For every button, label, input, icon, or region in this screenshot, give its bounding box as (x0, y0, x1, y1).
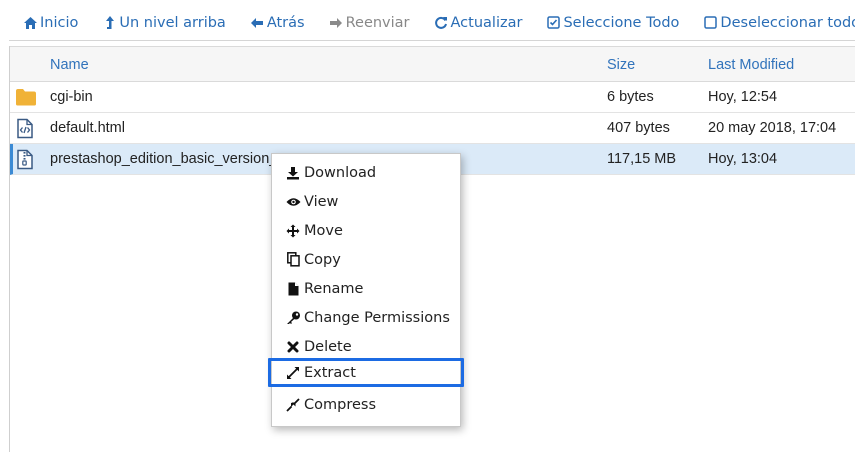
folder-icon (15, 87, 37, 111)
home-label: Inicio (40, 14, 79, 31)
menu-item-move[interactable]: Move (272, 216, 460, 245)
menu-item-copy[interactable]: Copy (272, 245, 460, 274)
level-up-icon (102, 15, 117, 30)
menu-item-label: Extract (304, 364, 356, 381)
menu-item-extract[interactable]: Extract (268, 358, 464, 387)
up-level-label: Un nivel arriba (119, 14, 226, 31)
arrow-right-icon (329, 15, 344, 30)
file-name[interactable]: default.html (50, 120, 125, 136)
file-size: 407 bytes (607, 120, 670, 136)
menu-item-rename[interactable]: Rename (272, 274, 460, 303)
back-button[interactable]: Atrás (250, 15, 305, 31)
file-icon (285, 281, 301, 297)
forward-button[interactable]: Reenviar (329, 15, 410, 31)
menu-item-label: Copy (304, 251, 341, 268)
name-column-header[interactable]: Name (50, 57, 89, 73)
move-arrows-icon (285, 223, 301, 239)
menu-item-label: View (304, 193, 339, 210)
checkbox-empty-icon (703, 15, 718, 30)
refresh-icon (434, 15, 449, 30)
back-label: Atrás (266, 14, 305, 31)
reload-label: Actualizar (450, 14, 523, 31)
file-modified: Hoy, 12:54 (708, 89, 778, 105)
menu-item-compress[interactable]: Compress (272, 390, 460, 419)
key-icon (285, 310, 301, 326)
file-size: 6 bytes (607, 89, 654, 105)
file-name[interactable]: cgi-bin (50, 89, 93, 105)
x-icon (285, 339, 301, 355)
menu-item-delete[interactable]: Delete (272, 332, 460, 361)
copy-icon (285, 252, 301, 268)
file-name[interactable]: prestashop_edition_basic_version_ (50, 151, 277, 167)
home-icon (23, 15, 38, 30)
eye-icon (285, 194, 301, 210)
modified-column-header[interactable]: Last Modified (708, 57, 794, 73)
expand-icon (285, 365, 301, 381)
select-all-label: Seleccione Todo (563, 14, 680, 31)
menu-item-label: Delete (304, 338, 352, 355)
up-level-button[interactable]: Un nivel arriba (102, 14, 226, 31)
menu-item-view[interactable]: View (272, 187, 460, 216)
table-row[interactable]: cgi-bin 6 bytes Hoy, 12:54 (10, 82, 855, 113)
download-icon (285, 165, 301, 181)
size-column-header[interactable]: Size (607, 57, 635, 73)
forward-label: Reenviar (345, 14, 410, 31)
toolbar: Inicio Un nivel arriba Atrás Reenviar Ac… (9, 5, 855, 41)
menu-item-label: Change Permissions (304, 309, 450, 326)
table-row[interactable]: default.html 407 bytes 20 may 2018, 17:0… (10, 113, 855, 144)
menu-item-label: Move (304, 222, 343, 239)
html-file-icon (15, 118, 35, 143)
context-menu: Download View Move Copy Rename Change Pe… (268, 153, 464, 427)
select-all-button[interactable]: Seleccione Todo (546, 15, 679, 31)
menu-item-download[interactable]: Download (272, 158, 460, 187)
checkbox-checked-icon (546, 15, 561, 30)
file-size: 117,15 MB (607, 151, 677, 167)
reload-button[interactable]: Actualizar (434, 14, 523, 31)
deselect-all-label: Deseleccionar todo (720, 14, 855, 31)
deselect-all-button[interactable]: Deseleccionar todo (703, 15, 855, 31)
menu-item-change-permissions[interactable]: Change Permissions (272, 303, 460, 332)
menu-item-label: Compress (304, 396, 376, 413)
table-header: Name Size Last Modified (10, 46, 855, 82)
home-button[interactable]: Inicio (23, 15, 78, 31)
menu-item-label: Download (304, 164, 377, 181)
compress-icon (285, 397, 301, 413)
file-modified: Hoy, 13:04 (708, 151, 778, 167)
menu-item-label: Rename (304, 280, 364, 297)
file-modified: 20 may 2018, 17:04 (708, 120, 837, 136)
arrow-left-icon (250, 15, 265, 30)
zip-file-icon (15, 149, 35, 174)
